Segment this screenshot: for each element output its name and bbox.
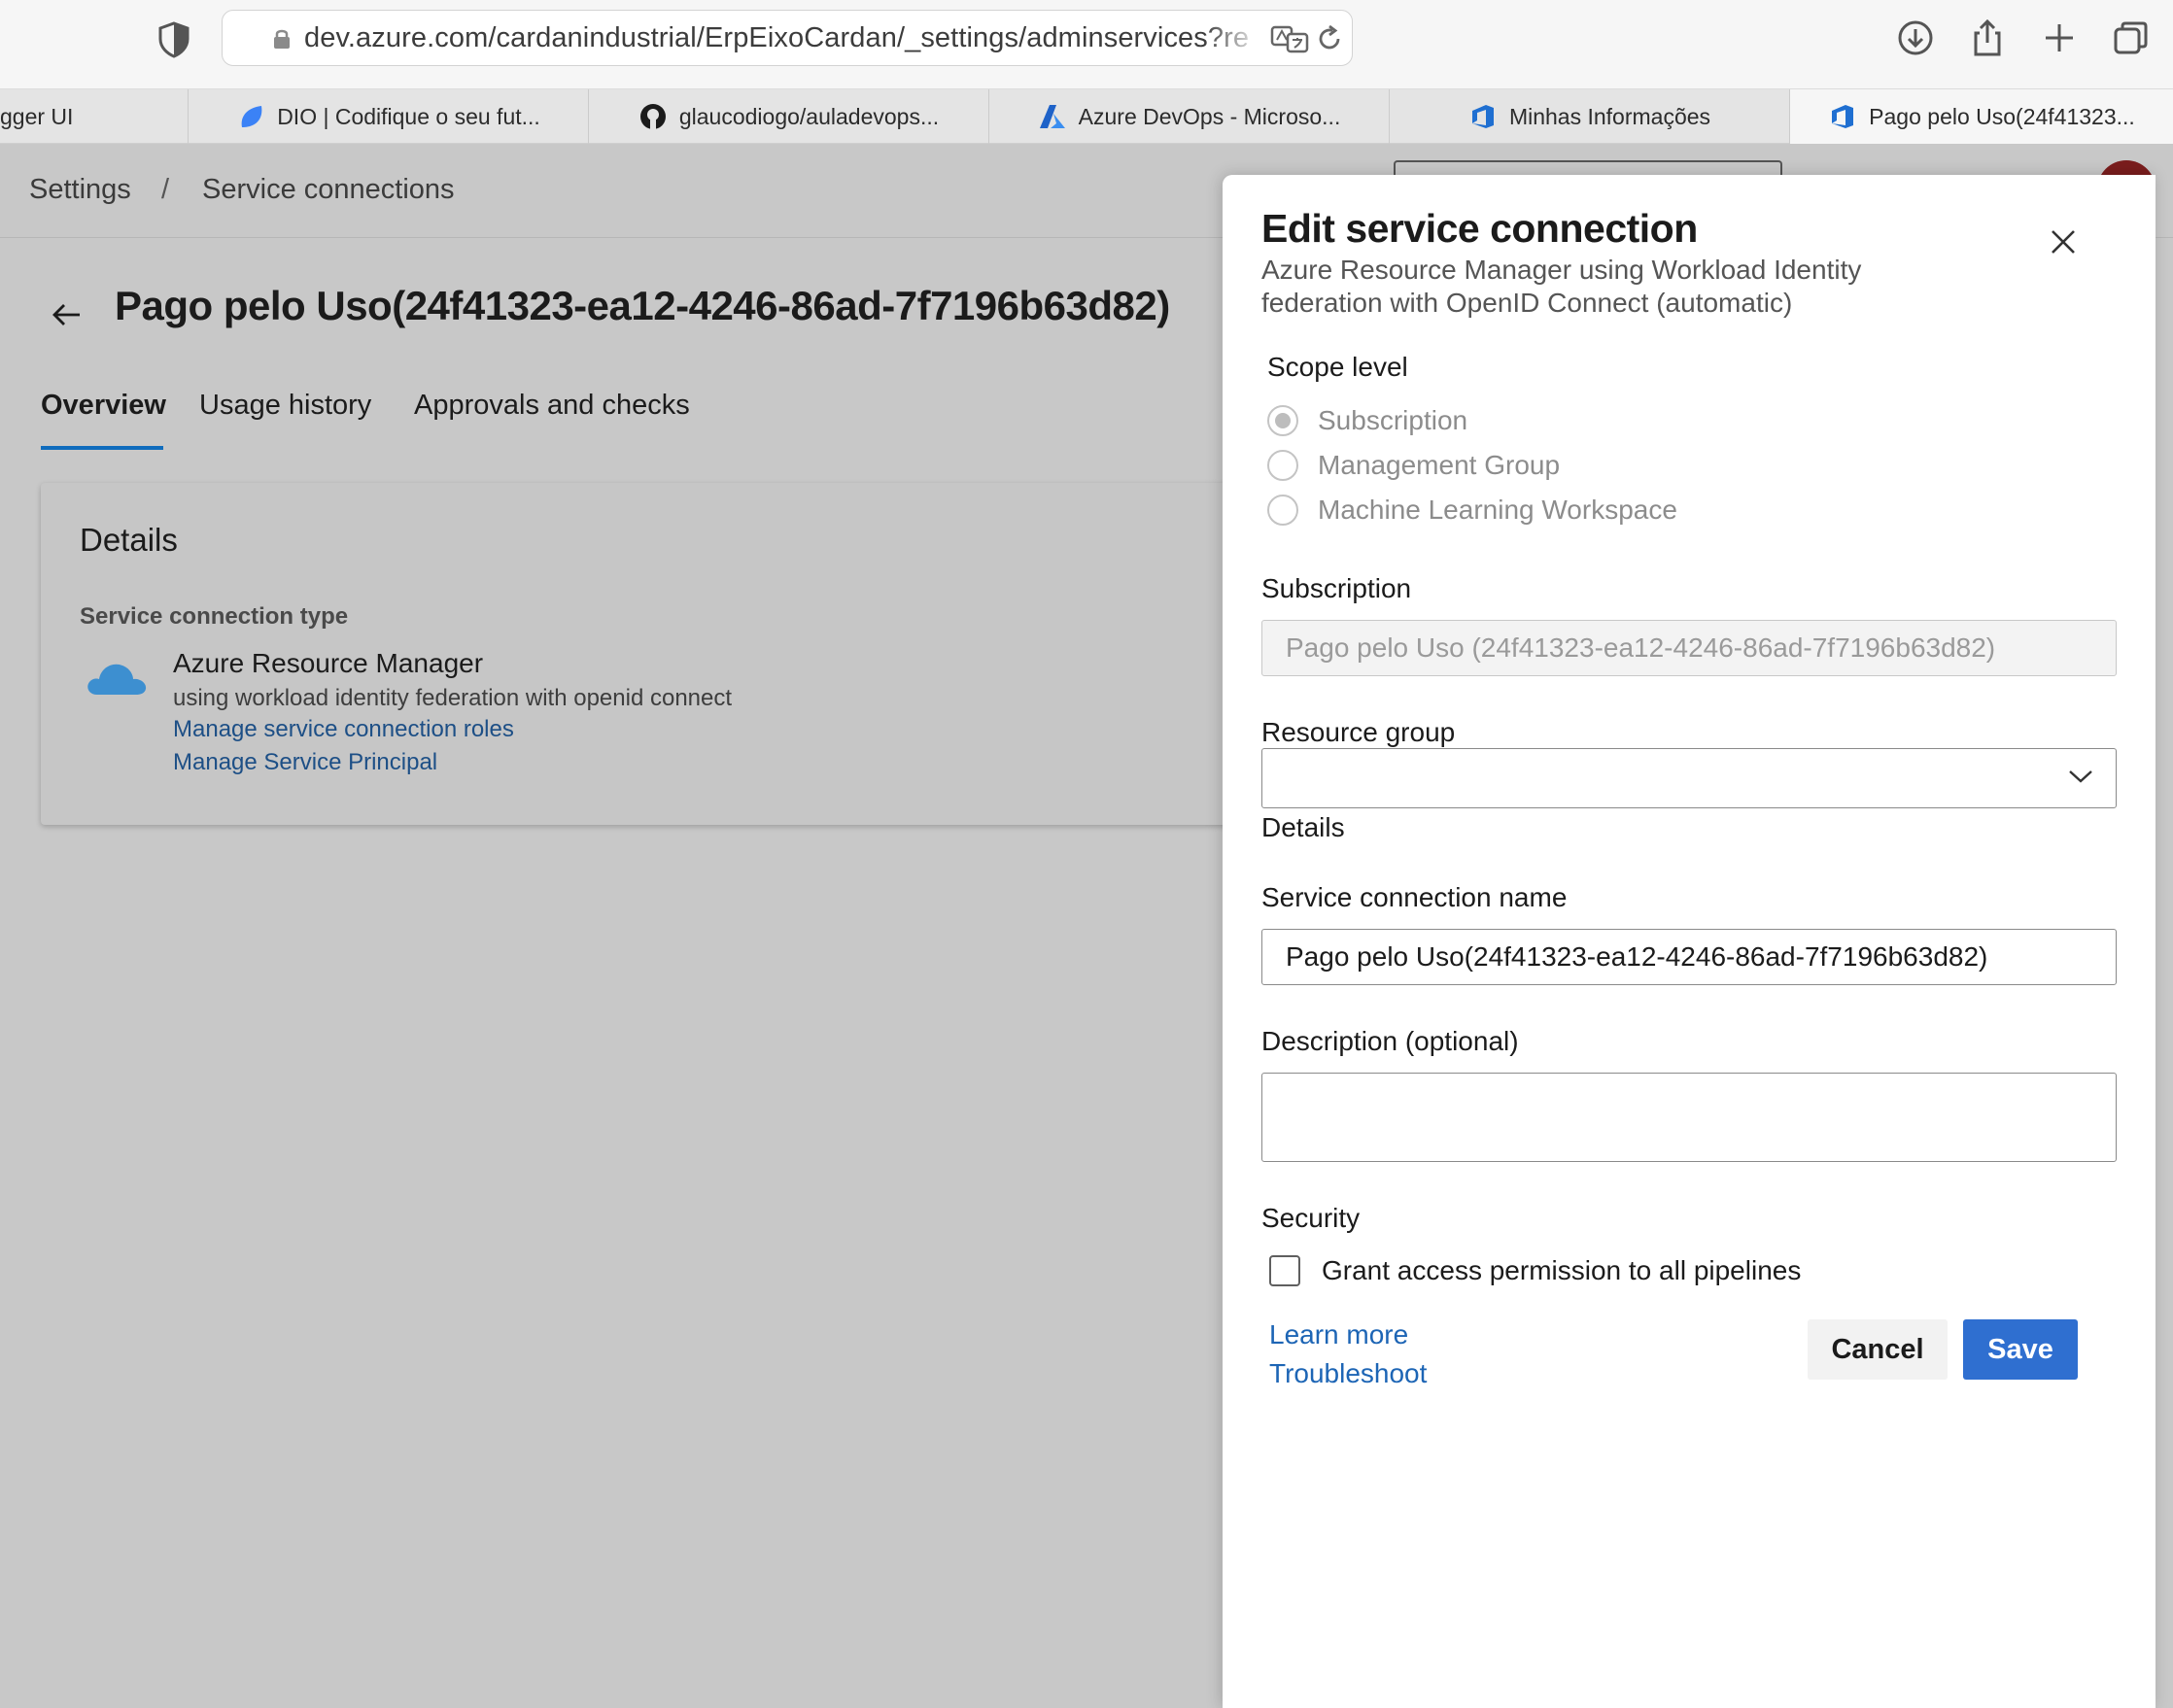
chevron-down-icon <box>2069 770 2092 783</box>
description-label: Description (optional) <box>1261 1026 1519 1056</box>
active-tab-indicator <box>41 446 163 450</box>
resource-group-label: Resource group <box>1261 717 1456 747</box>
service-connection-type-desc: using workload identity federation with … <box>173 685 733 711</box>
browser-tab-github[interactable]: glaucodiogo/auladevops... <box>588 89 988 144</box>
reload-icon[interactable] <box>1315 24 1344 53</box>
tab-usage-history[interactable]: Usage history <box>199 390 371 422</box>
learn-more-link[interactable]: Learn more <box>1269 1319 1408 1350</box>
radio-button[interactable] <box>1267 405 1298 436</box>
browser-tab-azure[interactable]: Azure DevOps - Microso... <box>988 89 1389 144</box>
url-fade <box>1204 15 1262 61</box>
tab-overview[interactable]: Overview <box>41 390 166 422</box>
service-connection-type-name: Azure Resource Manager <box>173 648 484 678</box>
scope-option-ml-workspace[interactable]: Machine Learning Workspace <box>1267 494 1677 527</box>
cancel-button[interactable]: Cancel <box>1808 1319 1948 1380</box>
url-text: dev.azure.com/cardanindustrial/ErpEixoCa… <box>304 22 1249 53</box>
details-card: Details Service connection type Azure Re… <box>41 483 1304 825</box>
cloud-icon <box>87 664 147 695</box>
translate-icon[interactable] <box>1270 24 1309 53</box>
panel-subtitle: Azure Resource Manager using Workload Id… <box>1261 255 1862 285</box>
scope-option-subscription[interactable]: Subscription <box>1267 404 1467 437</box>
share-icon[interactable] <box>1967 17 2008 58</box>
service-connection-name-input[interactable]: Pago pelo Uso(24f41323-ea12-4246-86ad-7f… <box>1261 929 2117 985</box>
radio-button[interactable] <box>1267 450 1298 481</box>
resource-group-dropdown[interactable] <box>1261 748 2117 808</box>
back-arrow-icon[interactable] <box>51 300 84 329</box>
description-textarea[interactable] <box>1261 1073 2117 1162</box>
devops-icon <box>1832 105 1854 128</box>
shield-icon[interactable] <box>157 21 190 58</box>
page-title: Pago pelo Uso(24f41323-ea12-4246-86ad-7f… <box>115 283 1170 328</box>
subscription-value: Pago pelo Uso (24f41323-ea12-4246-86ad-7… <box>1286 632 1996 663</box>
grant-access-label[interactable]: Grant access permission to all pipelines <box>1322 1255 1801 1286</box>
breadcrumb-service-connections[interactable]: Service connections <box>202 174 455 206</box>
tab-title: Minhas Informações <box>1508 103 1711 129</box>
browser-tab-swagger[interactable]: gger UI <box>0 89 188 144</box>
panel-title: Edit service connection <box>1261 206 1698 251</box>
radio-label: Machine Learning Workspace <box>1318 495 1677 525</box>
details-section-label: Details <box>1261 812 1345 842</box>
security-label: Security <box>1261 1203 1361 1233</box>
lock-icon <box>274 29 290 49</box>
browser-tab-strip: gger UI DIO | Codifique o seu fut... gla… <box>0 89 2173 144</box>
github-icon <box>639 104 666 129</box>
tab-title: glaucodiogo/auladevops... <box>678 103 940 129</box>
breadcrumb-separator: / <box>161 174 170 205</box>
service-connection-name-value: Pago pelo Uso(24f41323-ea12-4246-86ad-7f… <box>1286 941 1988 972</box>
tab-title: gger UI <box>0 103 74 129</box>
edit-service-connection-panel: Edit service connection Azure Resource M… <box>1223 175 2156 1708</box>
browser-tab-minhas-informacoes[interactable]: Minhas Informações <box>1389 89 1789 144</box>
browser-tab-active[interactable]: Pago pelo Uso(24f41323... <box>1789 89 2173 144</box>
address-bar[interactable]: dev.azure.com/cardanindustrial/ErpEixoCa… <box>222 10 1353 66</box>
tab-title: Azure DevOps - Microso... <box>1078 103 1341 129</box>
scope-level-label: Scope level <box>1267 352 1408 382</box>
tab-approvals-and-checks[interactable]: Approvals and checks <box>414 390 690 422</box>
grant-access-checkbox[interactable] <box>1269 1255 1300 1286</box>
service-connection-name-label: Service connection name <box>1261 882 1568 912</box>
browser-toolbar: dev.azure.com/cardanindustrial/ErpEixoCa… <box>0 0 2173 89</box>
download-icon[interactable] <box>1895 17 1936 58</box>
manage-roles-link[interactable]: Manage service connection roles <box>173 716 514 743</box>
tab-title: DIO | Codifique o seu fut... <box>277 103 540 129</box>
radio-button[interactable] <box>1267 495 1298 526</box>
subscription-field: Pago pelo Uso (24f41323-ea12-4246-86ad-7… <box>1261 620 2117 676</box>
service-connection-type-label: Service connection type <box>80 603 349 630</box>
azure-icon <box>1039 105 1065 128</box>
save-button[interactable]: Save <box>1963 1319 2078 1380</box>
scope-option-management-group[interactable]: Management Group <box>1267 449 1560 482</box>
radio-label: Subscription <box>1318 405 1468 435</box>
tab-title: Pago pelo Uso(24f41323... <box>1869 103 2135 129</box>
manage-service-principal-link[interactable]: Manage Service Principal <box>173 749 437 776</box>
details-title: Details <box>80 522 178 558</box>
browser-tab-dio[interactable]: DIO | Codifique o seu fut... <box>188 89 588 144</box>
panel-subtitle-line2: federation with OpenID Connect (automati… <box>1261 288 1793 318</box>
breadcrumb-settings[interactable]: Settings <box>29 174 131 206</box>
devops-icon <box>1471 105 1494 128</box>
radio-label: Management Group <box>1318 450 1561 480</box>
close-icon[interactable] <box>2049 227 2078 256</box>
tab-overview-icon[interactable] <box>2111 17 2152 58</box>
troubleshoot-link[interactable]: Troubleshoot <box>1269 1358 1427 1389</box>
dio-icon <box>241 106 262 127</box>
subscription-label: Subscription <box>1261 573 1412 603</box>
new-tab-icon[interactable] <box>2039 17 2080 58</box>
